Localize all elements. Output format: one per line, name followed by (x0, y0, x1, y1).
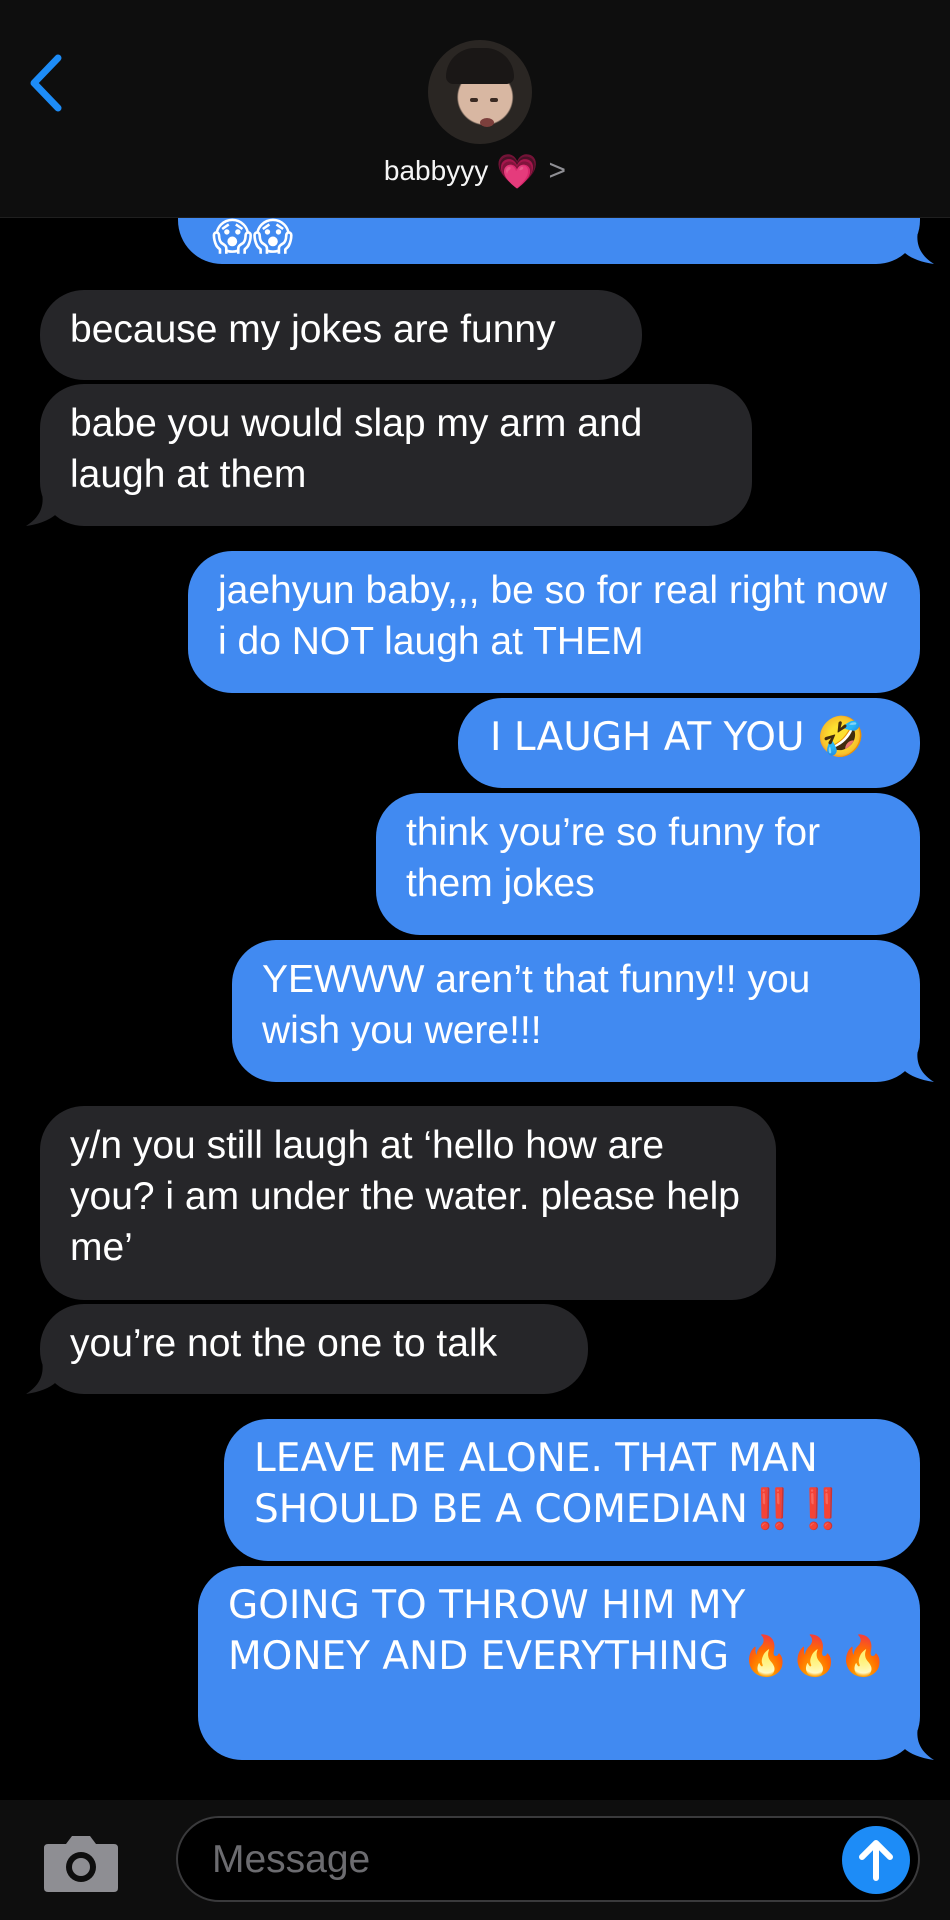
message-text: because my jokes are funny (70, 308, 556, 351)
message-input[interactable] (212, 1836, 812, 1884)
contact-name-button[interactable]: babbyyy 💗 > (0, 152, 950, 192)
bubble-tail (26, 1360, 68, 1394)
message-text: think you’re so funny for them jokes (406, 811, 821, 905)
message-bubble-sent[interactable]: LEAVE ME ALONE. THAT MAN SHOULD BE A COM… (224, 1419, 920, 1561)
message-bubble-received[interactable]: you’re not the one to talk (26, 1304, 588, 1394)
bubble-tail (892, 230, 934, 264)
contact-avatar[interactable] (428, 40, 532, 144)
bubble-tail (892, 1726, 934, 1760)
message-bubble-sent[interactable]: think you’re so funny for them jokes (376, 793, 920, 935)
message-field[interactable] (176, 1816, 920, 1902)
bubble-tail (26, 492, 68, 526)
conversation-header: babbyyy 💗 > (0, 0, 950, 218)
message-text: I LAUGH AT YOU 🤣 (490, 715, 866, 760)
bubble-tail (892, 1048, 934, 1082)
message-bubble-received[interactable]: because my jokes are funny (40, 290, 642, 380)
back-chevron-icon[interactable] (22, 48, 72, 118)
message-bubble-sent[interactable]: jaehyun baby,,, be so for real right now… (188, 551, 920, 693)
conversation-screen: babbyyy 💗 > 😱😱 because my jokes are funny … (0, 0, 950, 1920)
message-text: GOING TO THROW HIM MY MONEY AND EVERYTHI… (228, 1583, 888, 1679)
message-bubble-sent[interactable]: YEWWW aren’t that funny!! you wish you w… (232, 940, 934, 1082)
contact-name: babbyyy (383, 155, 489, 186)
message-bubble-received[interactable]: babe you would slap my arm and laugh at … (26, 384, 752, 526)
message-text: YEWWW aren’t that funny!! you wish you w… (262, 958, 811, 1052)
heart-emoji: 💗 (496, 152, 539, 192)
message-text: you’re not the one to talk (70, 1322, 498, 1365)
message-text: LEAVE ME ALONE. THAT MAN SHOULD BE A COM… (254, 1436, 846, 1532)
message-text: 😱😱 (212, 215, 294, 260)
message-bubble-sent[interactable]: GOING TO THROW HIM MY MONEY AND EVERYTHI… (198, 1566, 934, 1760)
message-text: y/n you still laugh at ‘hello how are yo… (70, 1124, 740, 1269)
compose-bar (0, 1800, 950, 1920)
message-bubble-sent[interactable]: I LAUGH AT YOU 🤣 (458, 698, 920, 788)
message-text: babe you would slap my arm and laugh at … (70, 402, 643, 496)
arrow-up-icon (859, 1840, 893, 1881)
chevron-right-icon: > (548, 154, 567, 187)
message-bubble-received[interactable]: y/n you still laugh at ‘hello how are yo… (40, 1106, 776, 1300)
send-button[interactable] (842, 1826, 910, 1894)
avatar-eye (490, 98, 498, 102)
avatar-hair (446, 48, 514, 84)
avatar-mouth (480, 118, 494, 127)
avatar-eye (470, 98, 478, 102)
message-text: jaehyun baby,,, be so for real right now… (218, 569, 888, 663)
camera-icon[interactable] (40, 1830, 122, 1894)
